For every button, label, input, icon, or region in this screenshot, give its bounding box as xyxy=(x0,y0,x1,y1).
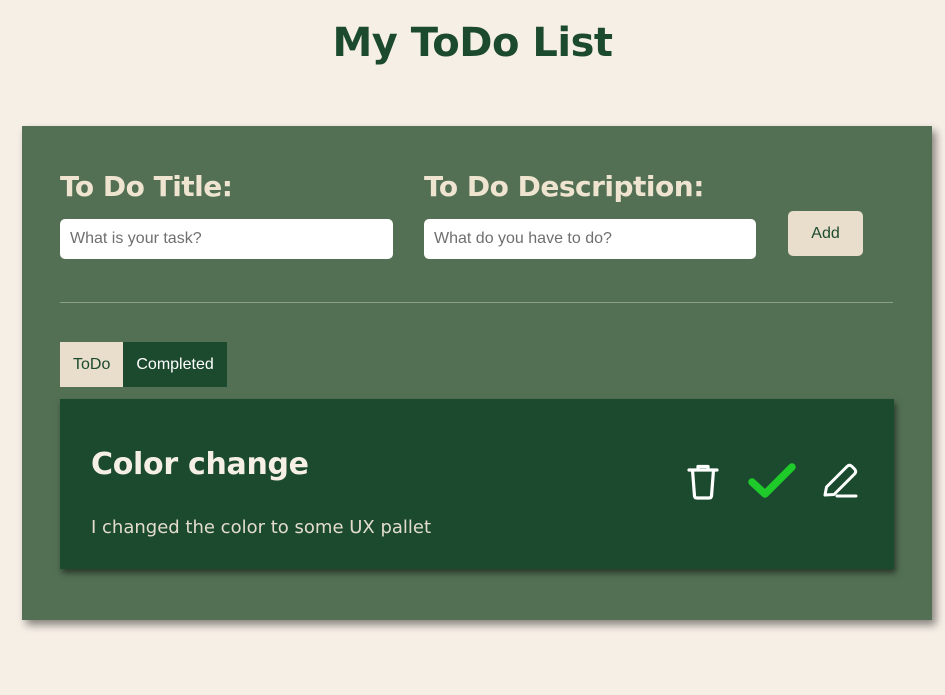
title-field: To Do Title: xyxy=(60,170,233,210)
title-label: To Do Title: xyxy=(60,170,233,203)
add-button[interactable]: Add xyxy=(788,211,863,256)
checkmark-icon[interactable] xyxy=(748,463,796,501)
description-label: To Do Description: xyxy=(424,170,704,203)
pencil-icon[interactable] xyxy=(820,461,860,501)
todo-item-description: I changed the color to some UX pallet xyxy=(91,517,432,538)
tab-completed[interactable]: Completed xyxy=(123,342,227,387)
todo-item: Color change I changed the color to some… xyxy=(60,399,894,569)
tab-bar: ToDo Completed xyxy=(60,342,227,387)
description-field: To Do Description: xyxy=(424,170,704,210)
description-input[interactable] xyxy=(424,219,756,259)
trash-icon[interactable] xyxy=(686,463,720,501)
todo-item-title: Color change xyxy=(91,447,309,482)
page-title: My ToDo List xyxy=(332,20,614,66)
todo-wrapper: To Do Title: To Do Description: Add ToDo… xyxy=(22,126,932,620)
title-input[interactable] xyxy=(60,219,393,259)
tab-todo[interactable]: ToDo xyxy=(60,342,124,387)
divider xyxy=(60,302,893,303)
